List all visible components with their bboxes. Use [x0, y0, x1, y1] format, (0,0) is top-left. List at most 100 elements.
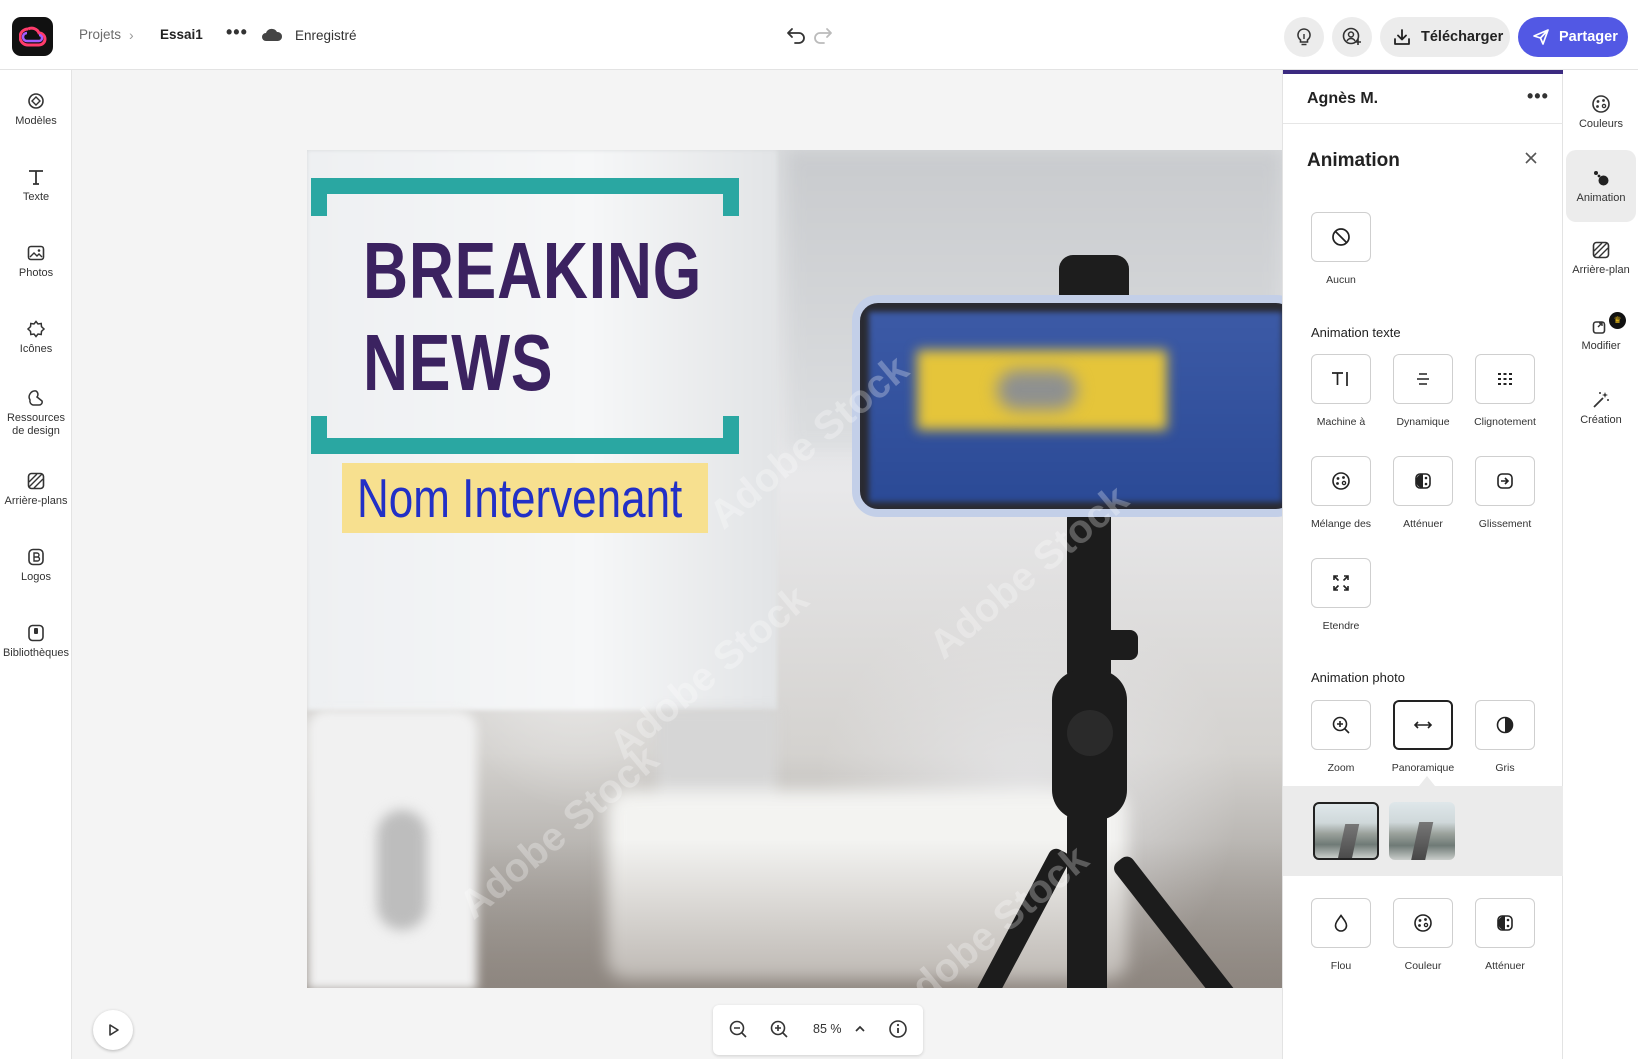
design-canvas[interactable]: Adobe Stock Adobe Stock Adobe Stock Adob… [307, 150, 1282, 988]
anim-blur[interactable]: Flou [1311, 898, 1371, 972]
anim-grayscale[interactable]: Gris [1475, 700, 1535, 774]
color-icon [1414, 914, 1432, 932]
anim-color[interactable]: Couleur [1393, 898, 1453, 972]
zoom-in-button[interactable] [769, 1019, 789, 1044]
project-name[interactable]: Essai1 [160, 27, 203, 42]
pan-direction-options [1283, 786, 1564, 876]
zoom-icon [1332, 716, 1350, 734]
pan-icon [1413, 721, 1433, 729]
anim-fade-photo[interactable]: Atténuer [1475, 898, 1535, 972]
anim-zoom[interactable]: Zoom [1311, 700, 1371, 774]
breadcrumb-projects[interactable]: Projets [79, 27, 121, 42]
pan-variant-2[interactable] [1389, 802, 1455, 860]
headline-line2: NEWS [363, 318, 554, 407]
rail-label: Photos [18, 267, 54, 279]
close-icon [1525, 152, 1537, 164]
anim-label: Flou [1330, 960, 1352, 972]
design-assets-icon [28, 390, 43, 406]
tripod-button [1067, 710, 1113, 756]
panel-title: Animation [1307, 150, 1400, 171]
zoom-out-button[interactable] [728, 1019, 748, 1044]
rail-item-icons[interactable]: Icônes [0, 319, 72, 356]
anim-tile-box [1393, 456, 1453, 506]
undo-icon [787, 28, 805, 44]
rail-item-backgrounds[interactable]: Arrière-plans [0, 471, 72, 508]
headline-frame-bottom[interactable] [311, 416, 739, 454]
anim-typewriter[interactable]: Machine à [1311, 354, 1371, 428]
info-button[interactable] [888, 1019, 908, 1044]
play-button[interactable] [93, 1010, 133, 1050]
rail-item-photos[interactable]: Photos [0, 243, 72, 280]
collaborator-name[interactable]: Agnès M. [1307, 90, 1378, 108]
backgrounds-icon [27, 472, 45, 490]
anim-tile-box [1311, 212, 1371, 262]
zoom-out-icon [729, 1020, 747, 1038]
photos-icon [27, 245, 45, 261]
share-button[interactable]: Partager [1518, 17, 1628, 57]
tripod-center-leg [1067, 810, 1107, 988]
more-menu-button[interactable]: ••• [226, 22, 248, 43]
expand-icon [1333, 575, 1349, 591]
rail-item-edit[interactable]: ♛ Modifier [1566, 298, 1636, 370]
inspiration-button[interactable] [1284, 17, 1324, 57]
rail-item-animation[interactable]: Animation [1566, 150, 1636, 222]
premium-crown-icon: ♛ [1609, 312, 1626, 329]
templates-icon [28, 93, 44, 109]
anim-fade[interactable]: Atténuer [1393, 456, 1453, 530]
undo-button[interactable] [786, 26, 806, 49]
anim-label: Glissement [1478, 518, 1532, 530]
anim-expand[interactable]: Etendre [1311, 558, 1371, 632]
redo-button[interactable] [813, 26, 833, 49]
edit-icon [1592, 321, 1606, 334]
dynamic-icon [1417, 373, 1429, 385]
rail-item-text[interactable]: Texte [0, 167, 72, 204]
rail-item-create[interactable]: Création [1566, 372, 1636, 444]
rail-item-libraries[interactable]: Bibliothèques [0, 623, 72, 660]
panel-more-button[interactable]: ••• [1527, 86, 1549, 107]
zoom-level[interactable]: 85 % [813, 1022, 842, 1036]
lightbulb-icon [1297, 28, 1311, 46]
rail-label: Texte [22, 191, 50, 203]
divider [1283, 123, 1564, 124]
anim-dynamic[interactable]: Dynamique [1393, 354, 1453, 428]
rail-item-colors[interactable]: Couleurs [1566, 76, 1636, 148]
rail-label: Logos [21, 571, 51, 583]
anim-mix[interactable]: Mélange des [1311, 456, 1371, 530]
speaker-name[interactable]: Nom Intervenant [357, 466, 682, 530]
headline-text[interactable]: BREAKING NEWS [363, 225, 702, 409]
magic-wand-icon [1593, 392, 1609, 408]
anim-none[interactable]: Aucun [1311, 212, 1371, 286]
anim-slide[interactable]: Glissement [1475, 456, 1535, 530]
anim-tile-box [1311, 700, 1371, 750]
blink-icon [1498, 373, 1512, 385]
close-panel-button[interactable] [1523, 150, 1539, 171]
anim-label: Dynamique [1396, 416, 1450, 428]
variant-caret [1419, 776, 1435, 786]
rail-label: Icônes [19, 343, 53, 355]
anim-tile-box [1311, 898, 1371, 948]
anim-pan[interactable]: Panoramique [1392, 700, 1454, 774]
zoom-menu-button[interactable] [853, 1022, 867, 1041]
play-icon [109, 1024, 119, 1036]
pan-variant-1[interactable] [1313, 802, 1379, 860]
redo-icon [814, 28, 832, 44]
invite-button[interactable] [1332, 17, 1372, 57]
rail-item-templates[interactable]: Modèles [0, 91, 72, 128]
libraries-icon [28, 624, 44, 642]
rail-item-design-assets[interactable]: Ressources de design [0, 388, 72, 438]
anim-blink[interactable]: Clignotement [1474, 354, 1536, 428]
headline-frame-top[interactable] [311, 178, 739, 216]
palette-icon [1592, 95, 1610, 113]
anim-tile-box [1475, 700, 1535, 750]
download-button[interactable]: Télécharger [1380, 17, 1510, 57]
app-logo[interactable] [12, 17, 53, 56]
anim-label: Couleur [1404, 960, 1442, 972]
rail-item-background[interactable]: Arrière-plan [1566, 222, 1636, 294]
anim-tile-box [1475, 354, 1535, 404]
anim-label: Machine à [1316, 416, 1366, 428]
anim-tile-box [1475, 456, 1535, 506]
fade-icon [1415, 473, 1431, 489]
rail-label: Bibliothèques [2, 647, 70, 659]
rail-item-logos[interactable]: Logos [0, 547, 72, 584]
background-icon [1592, 241, 1610, 259]
